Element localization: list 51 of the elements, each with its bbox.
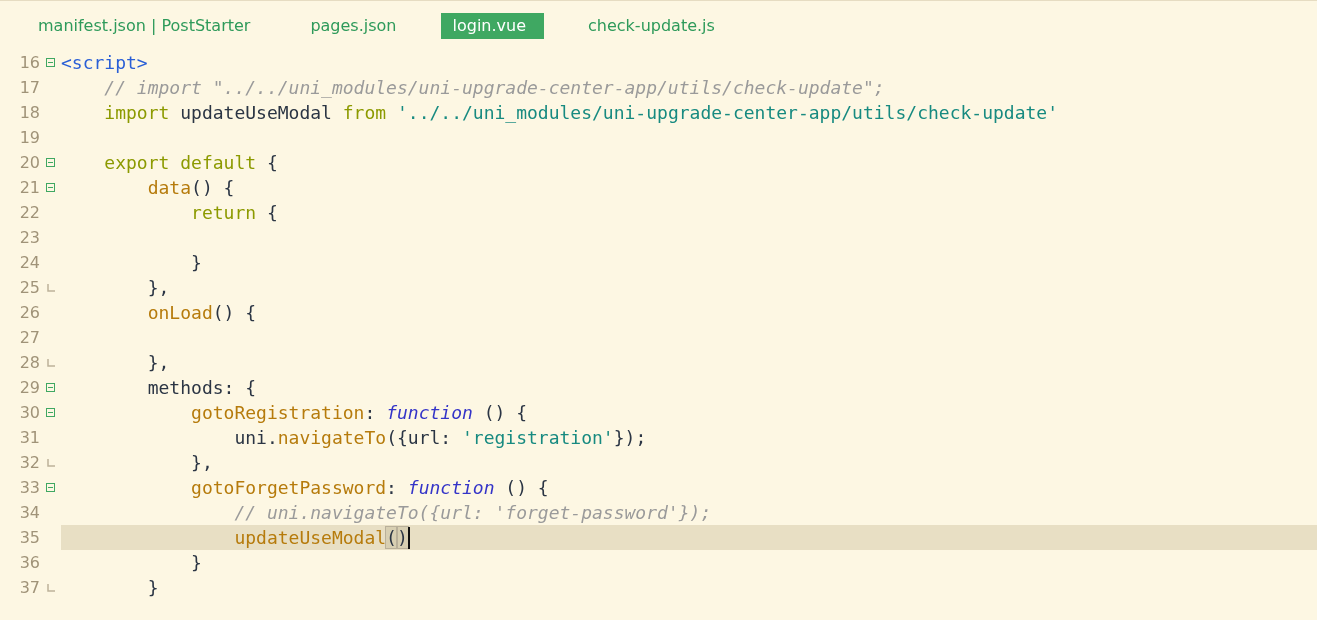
file-tab[interactable]: pages.json — [294, 12, 413, 39]
collapse-icon[interactable] — [46, 58, 55, 67]
line-number: 19 — [18, 128, 40, 147]
code-line: gotoForgetPassword: function () { — [190, 476, 549, 499]
code-line: } — [146, 576, 159, 599]
collapse-icon[interactable] — [46, 183, 55, 192]
code-line: }, — [146, 276, 170, 299]
collapse-icon[interactable] — [46, 383, 55, 392]
line-number: 20 — [18, 153, 40, 172]
line-number: 18 — [18, 103, 40, 122]
line-number: 33 — [18, 478, 40, 497]
line-number: 30 — [18, 403, 40, 422]
line-number: 21 — [18, 178, 40, 197]
file-tab[interactable]: manifest.json | PostStarter — [22, 12, 267, 39]
line-number: 34 — [18, 503, 40, 522]
line-number: 31 — [18, 428, 40, 447]
file-tab[interactable]: login.vue — [440, 12, 544, 39]
code-line: data() { — [146, 176, 235, 199]
code-line: methods: { — [146, 376, 257, 399]
code-line: uni.navigateTo({url: 'registration'}); — [233, 426, 647, 449]
line-number: 22 — [18, 203, 40, 222]
code-line: // uni.navigateTo({url: 'forget-password'}); — [233, 501, 712, 524]
line-number: 27 — [18, 328, 40, 347]
code-line: export default { — [103, 151, 278, 174]
line-number: 17 — [18, 78, 40, 97]
line-number: 32 — [18, 453, 40, 472]
code-line: }, — [190, 451, 213, 474]
line-number: 28 — [18, 353, 40, 372]
line-number: 35 — [18, 528, 40, 547]
code-line: } — [190, 251, 202, 274]
code-line: return { — [190, 201, 278, 224]
code-line: <script> — [61, 51, 148, 74]
code-line: updateUseModal() — [233, 526, 408, 549]
code-line: // import "../../uni_modules/uni-upgrade-center-app/utils/check-update"; — [103, 76, 885, 99]
collapse-icon[interactable] — [46, 158, 55, 167]
line-number: 24 — [18, 253, 40, 272]
line-number: 26 — [18, 303, 40, 322]
code-line: }, — [146, 351, 170, 374]
code-line: import updateUseModal from '../../uni_modules/uni-upgrade-center-app/utils/check-update' — [103, 101, 1058, 124]
collapse-icon[interactable] — [46, 483, 55, 492]
line-number: 29 — [18, 378, 40, 397]
line-number: 25 — [18, 278, 40, 297]
line-number: 23 — [18, 228, 40, 247]
file-tab[interactable]: check-update.js — [572, 12, 731, 39]
code-line: onLoad() { — [146, 301, 257, 324]
code-line: } — [190, 551, 202, 574]
code-line: gotoRegistration: function () { — [190, 401, 527, 424]
line-number: 16 — [18, 53, 40, 72]
collapse-icon[interactable] — [46, 408, 55, 417]
line-number: 36 — [18, 553, 40, 572]
line-number: 37 — [18, 578, 40, 597]
